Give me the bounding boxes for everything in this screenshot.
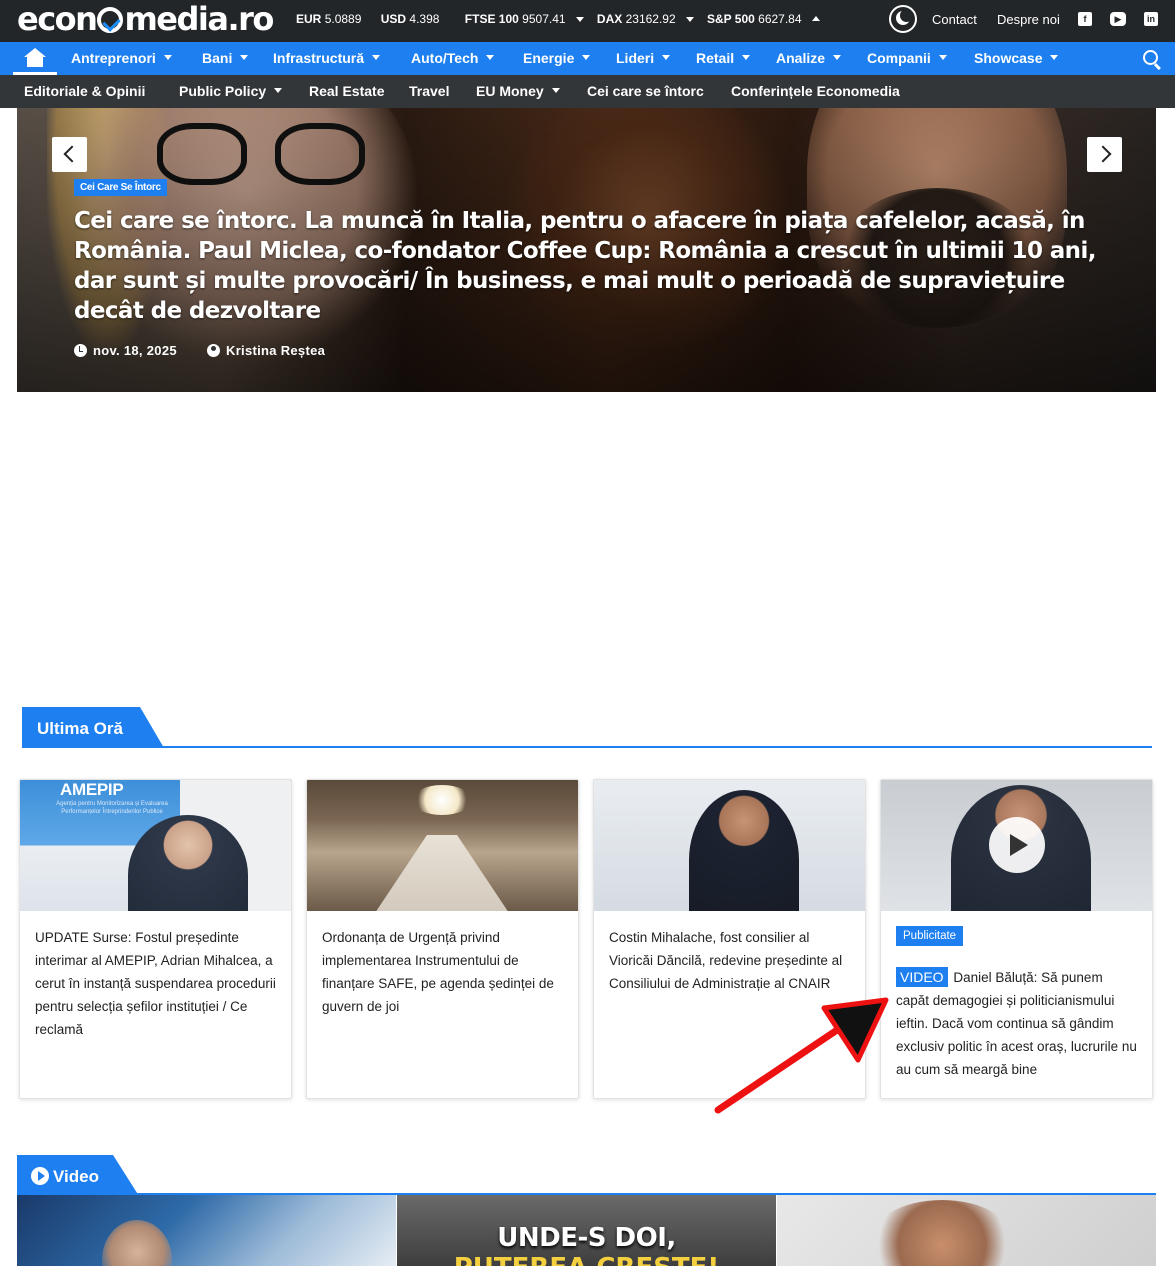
video-section-header: Video [17,1155,139,1196]
news-card-image[interactable] [307,780,578,911]
down-arrow-icon [575,17,584,22]
caret-down-icon [274,88,283,93]
video-thumbnail[interactable]: UNDE-S DOI, PUTEREA CREȘTE! [397,1195,776,1266]
nav-item-infrastructura[interactable]: Infrastructură [273,42,381,75]
amepip-logo-subtitle: Agenția pentru Monitorizarea și Evaluare… [56,801,168,815]
news-card[interactable]: Publicitate VIDEO Daniel Băluță: Să pune… [880,779,1153,1099]
caret-down-icon [582,55,591,60]
down-arrow-icon [685,17,694,22]
slider-next-button[interactable] [1087,137,1122,172]
nav-item-auto-tech[interactable]: Auto/Tech [411,42,495,75]
primary-nav: Antreprenori Bani Infrastructură Auto/Te… [0,42,1175,75]
home-icon[interactable] [13,42,57,75]
youtube-icon[interactable]: ▶ [1110,12,1126,26]
caret-down-icon [833,55,842,60]
news-card-title[interactable]: VIDEO Daniel Băluță: Să punem capăt dema… [896,966,1139,1081]
nav-item-cei-care-se-intorc[interactable]: Cei care se întorc [587,75,704,108]
top-bar: econ media.ro EUR 5.0889 USD 4.398 FTSE 1… [0,0,1175,42]
caret-down-icon [240,55,249,60]
ticker-sp-value: 6627.84 [758,12,802,26]
news-card-image[interactable] [594,780,865,911]
video-thumbnail[interactable] [17,1195,396,1266]
video-thumbnail-caption: UNDE-S DOI, [497,1223,676,1253]
user-icon [207,344,220,357]
news-card-title[interactable]: Costin Mihalache, fost consilier al Vior… [609,926,852,995]
caret-down-icon [1050,55,1059,60]
ticker-sp-label: S&P 500 [707,12,755,26]
clock-icon [74,344,87,357]
play-icon[interactable] [989,817,1045,873]
play-circle-icon [31,1167,49,1185]
news-card-image[interactable]: AMEPIP Agenția pentru Monitorizarea și E… [20,780,291,911]
video-badge: VIDEO [896,967,948,987]
caret-down-icon [551,88,560,93]
slider-prev-button[interactable] [52,137,87,172]
news-card[interactable]: Costin Mihalache, fost consilier al Vior… [593,779,866,1099]
facebook-icon[interactable]: f [1078,12,1092,26]
sponsored-badge[interactable]: Publicitate [896,926,964,946]
logo-check-icon [97,7,124,33]
news-card-title[interactable]: UPDATE Surse: Fostul președinte interima… [35,926,278,1041]
up-arrow-icon [811,16,820,21]
ticker-usd-value: 4.398 [409,12,440,26]
section-title: Ultima Oră [22,707,164,748]
ticker-dax-value: 23162.92 [625,12,676,26]
news-card-title[interactable]: Ordonanța de Urgență privind implementar… [322,926,565,1018]
nav-item-travel[interactable]: Travel [409,75,449,108]
hero-author[interactable]: Kristina Reștea [207,342,325,358]
nav-item-editoriale[interactable]: Editoriale & Opinii [24,75,145,108]
nav-item-conferinte[interactable]: Conferințele Economedia [731,75,900,108]
caret-down-icon [372,55,381,60]
nav-item-antreprenori[interactable]: Antreprenori [71,42,172,75]
nav-item-showcase[interactable]: Showcase [974,42,1059,75]
search-icon[interactable] [1143,50,1158,65]
video-thumbnail-caption: PUTEREA CREȘTE! [397,1253,776,1266]
nav-item-energie[interactable]: Energie [523,42,591,75]
ticker-ftse-label: FTSE 100 [464,12,519,26]
caret-down-icon [938,55,947,60]
ticker-eur-label: EUR [296,12,322,26]
news-card-image[interactable] [881,780,1152,911]
news-card[interactable]: AMEPIP Agenția pentru Monitorizarea și E… [19,779,292,1099]
caret-down-icon [163,55,172,60]
linkedin-icon[interactable]: in [1144,12,1158,26]
ticker-ftse-value: 9507.41 [522,12,566,26]
nav-item-companii[interactable]: Companii [867,42,947,75]
hero-category-badge[interactable]: Cei Care Se Întorc [74,179,167,196]
amepip-logo-text: AMEPIP [60,780,124,799]
contact-link[interactable]: Contact [932,12,977,27]
nav-item-eu-money[interactable]: EU Money [476,75,560,108]
ticker-eur-value: 5.0889 [324,12,362,26]
nav-item-retail[interactable]: Retail [696,42,751,75]
hero-date: nov. 18, 2025 [74,342,177,358]
dark-mode-toggle-icon[interactable] [889,5,917,33]
site-logo[interactable]: econ media.ro [17,0,274,38]
nav-item-analize[interactable]: Analize [776,42,842,75]
caret-down-icon [486,55,495,60]
section-title: Video [53,1167,99,1186]
market-ticker: EUR 5.0889 USD 4.398 FTSE 100 9507.41 DA… [296,12,830,26]
nav-item-real-estate[interactable]: Real Estate [309,75,384,108]
nav-item-bani[interactable]: Bani [202,42,249,75]
caret-down-icon [662,55,671,60]
ticker-dax-label: DAX [596,12,623,26]
secondary-nav: Editoriale & Opinii Public Policy Real E… [0,75,1175,108]
ticker-usd-label: USD [380,12,407,26]
hero-headline[interactable]: Cei care se întorc. La muncă în Italia, … [74,206,1104,326]
about-link[interactable]: Despre noi [997,12,1060,27]
nav-item-lideri[interactable]: Lideri [616,42,671,75]
caret-down-icon [742,55,751,60]
section-divider [22,746,1152,748]
news-card[interactable]: Ordonanța de Urgență privind implementar… [306,779,579,1099]
video-thumbnail[interactable] [777,1195,1156,1266]
nav-item-public-policy[interactable]: Public Policy [179,75,283,108]
